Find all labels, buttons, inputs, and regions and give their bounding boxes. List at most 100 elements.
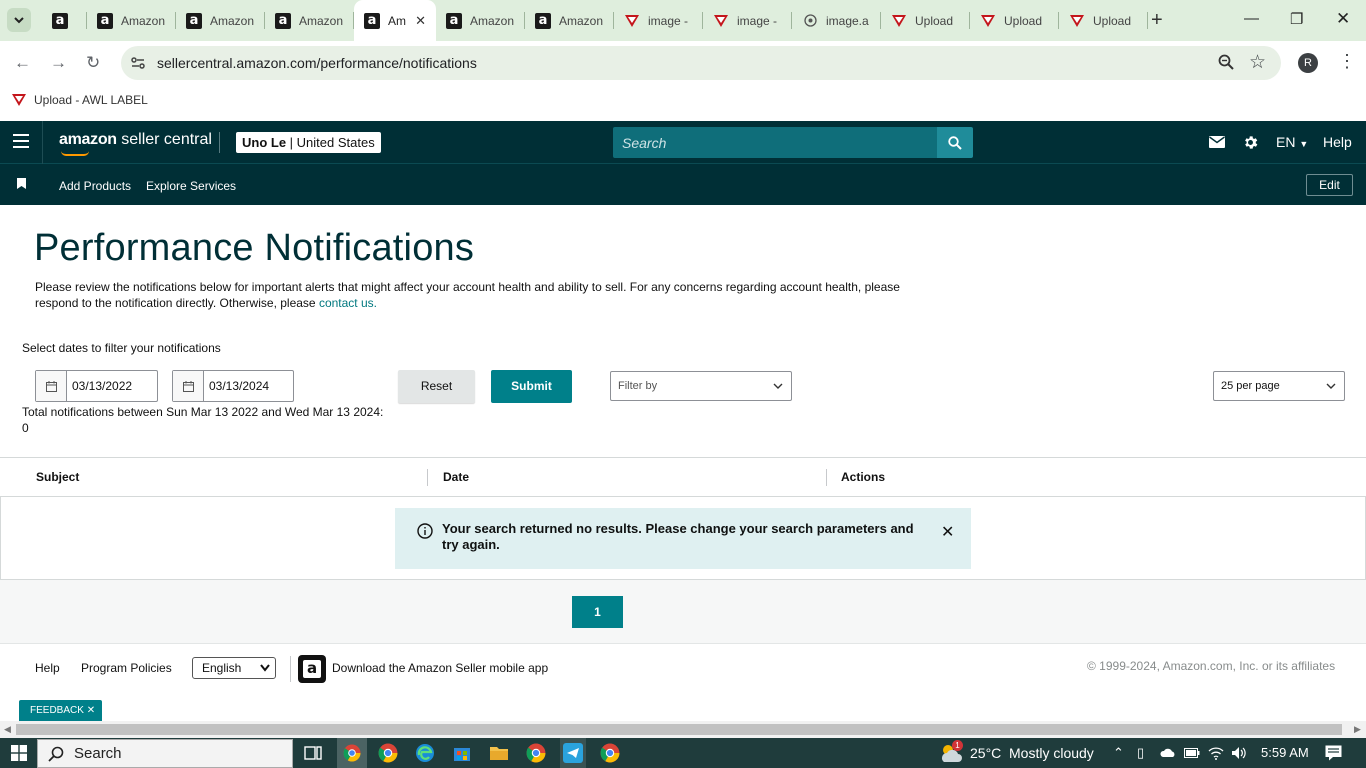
forward-icon[interactable]: → — [50, 53, 67, 73]
bookmark-upload-awl[interactable]: Upload - AWL LABEL — [12, 93, 148, 107]
page-button-current[interactable]: 1 — [572, 596, 623, 628]
tab[interactable]: image - — [614, 0, 703, 41]
chrome-icon[interactable] — [378, 743, 398, 763]
total-notifications-text: Total notifications between Sun Mar 13 2… — [22, 405, 384, 435]
windows-start-icon[interactable] — [11, 745, 27, 761]
omnibox[interactable]: sellercentral.amazon.com/performance/not… — [121, 46, 1281, 80]
chrome-icon[interactable] — [526, 743, 546, 763]
tab[interactable]: a Amazon — [525, 0, 614, 41]
scrollbar-thumb[interactable] — [16, 724, 1342, 735]
scroll-left-icon[interactable]: ◀ — [4, 724, 11, 735]
minimize-icon[interactable]: — — [1244, 10, 1259, 27]
close-window-icon[interactable]: ✕ — [1336, 9, 1350, 29]
column-date[interactable]: Date — [443, 470, 469, 484]
tab-title: Upload — [1093, 13, 1132, 28]
tab[interactable]: image - — [703, 0, 792, 41]
date-from-value[interactable]: 03/13/2022 — [67, 371, 137, 401]
account-switcher[interactable]: Uno Le | United States — [236, 132, 381, 153]
intro-text: Please review the notifications below fo… — [35, 280, 900, 310]
date-to-field[interactable]: 03/13/2024 — [172, 370, 294, 402]
tab[interactable]: Upload — [1059, 0, 1148, 41]
chevron-up-icon[interactable]: ⌃ — [1113, 745, 1124, 761]
edit-nav-button[interactable]: Edit — [1306, 174, 1353, 196]
browser-menu-icon[interactable]: ⋮ — [1338, 51, 1356, 72]
tab[interactable]: a Amazon — [265, 0, 354, 41]
close-icon[interactable]: ✕ — [87, 705, 95, 716]
task-view-icon[interactable] — [303, 743, 323, 763]
seller-central-logo[interactable]: amazon seller central — [59, 131, 212, 149]
bookmarks-bar: Upload - AWL LABEL — [0, 85, 1366, 121]
feedback-button[interactable]: FEEDBACK ✕ — [19, 700, 102, 721]
chevron-down-icon — [1326, 383, 1336, 389]
meet-now-icon[interactable]: ▯ — [1137, 745, 1144, 761]
seller-central-nav: Add Products Explore Services Edit — [0, 164, 1366, 205]
edge-icon[interactable] — [415, 743, 435, 763]
chrome-app-active[interactable] — [337, 738, 367, 768]
url-text[interactable]: sellercentral.amazon.com/performance/not… — [157, 55, 477, 71]
chrome-icon[interactable] — [600, 743, 620, 763]
download-app-link[interactable]: Download the Amazon Seller mobile app — [332, 661, 548, 675]
weather-badge: 1 — [952, 740, 963, 751]
tab[interactable]: a — [42, 0, 87, 41]
per-page-select[interactable]: 25 per page — [1213, 371, 1345, 401]
tab[interactable]: Upload — [970, 0, 1059, 41]
tab-active[interactable]: a Am ✕ — [354, 0, 436, 41]
weather-temp: 25°C — [970, 745, 1002, 761]
restore-icon[interactable]: ❐ — [1290, 10, 1303, 28]
tab-title: Amazon — [210, 13, 255, 28]
zoom-icon[interactable] — [1218, 54, 1234, 70]
store-icon[interactable] — [452, 743, 472, 763]
horizontal-scrollbar[interactable]: ◀ ▶ — [0, 721, 1366, 738]
hamburger-menu-icon[interactable] — [13, 134, 29, 152]
nav-explore-services[interactable]: Explore Services — [146, 179, 236, 193]
tab[interactable]: Upload — [881, 0, 970, 41]
new-tab-button[interactable]: + — [1151, 9, 1163, 32]
close-icon[interactable]: ✕ — [941, 522, 954, 542]
footer-program-policies-link[interactable]: Program Policies — [81, 661, 172, 675]
tab[interactable]: a Amazon — [176, 0, 265, 41]
reload-icon[interactable]: ↻ — [86, 53, 100, 73]
scroll-right-icon[interactable]: ▶ — [1354, 724, 1361, 735]
back-icon[interactable]: ← — [14, 53, 31, 73]
taskbar-search[interactable]: Search — [37, 739, 293, 768]
contact-us-link[interactable]: contact us. — [319, 296, 377, 310]
profile-avatar[interactable]: R — [1298, 53, 1318, 73]
column-actions[interactable]: Actions — [841, 470, 885, 484]
language-selector[interactable]: EN ▼ — [1276, 134, 1308, 150]
close-tab-icon[interactable]: ✕ — [415, 13, 426, 29]
bookmark-star-icon[interactable]: ☆ — [1249, 51, 1266, 74]
tab-strip: a a Amazon a Amazon a Amazon a Am ✕ a Amazon a Amazon… — [42, 0, 1148, 41]
filter-by-select[interactable]: Filter by — [610, 371, 792, 401]
wifi-icon[interactable] — [1208, 746, 1224, 760]
file-explorer-icon[interactable] — [489, 743, 509, 763]
amazon-smile-icon — [61, 151, 89, 156]
footer-help-link[interactable]: Help — [35, 661, 60, 675]
onedrive-icon[interactable] — [1160, 747, 1176, 758]
submit-button[interactable]: Submit — [491, 370, 572, 403]
amazon-a-icon: a — [535, 12, 551, 29]
amazon-app-icon[interactable]: a — [298, 655, 326, 683]
search-button[interactable] — [937, 127, 973, 158]
date-to-value[interactable]: 03/13/2024 — [204, 371, 274, 401]
footer-language-select[interactable]: English — [192, 657, 276, 679]
tab[interactable]: image.a — [792, 0, 881, 41]
battery-icon[interactable] — [1184, 748, 1200, 758]
taskbar-clock[interactable]: 5:59 AM — [1261, 745, 1309, 760]
help-link[interactable]: Help — [1323, 134, 1352, 150]
site-settings-icon[interactable] — [130, 55, 146, 71]
bookmark-icon[interactable] — [17, 178, 26, 189]
info-icon — [417, 523, 433, 539]
column-subject[interactable]: Subject — [36, 470, 79, 484]
notifications-icon[interactable] — [1325, 745, 1342, 761]
telegram-app[interactable] — [560, 738, 586, 768]
date-from-field[interactable]: 03/13/2022 — [35, 370, 158, 402]
volume-icon[interactable] — [1231, 746, 1247, 760]
tab[interactable]: a Amazon — [436, 0, 525, 41]
tab-search-button[interactable] — [7, 8, 31, 32]
nav-add-products[interactable]: Add Products — [59, 179, 131, 193]
mail-icon[interactable] — [1209, 136, 1225, 148]
tab[interactable]: a Amazon — [87, 0, 176, 41]
search-input[interactable]: Search — [613, 127, 938, 158]
reset-button[interactable]: Reset — [398, 370, 475, 403]
gear-icon[interactable] — [1242, 134, 1259, 151]
